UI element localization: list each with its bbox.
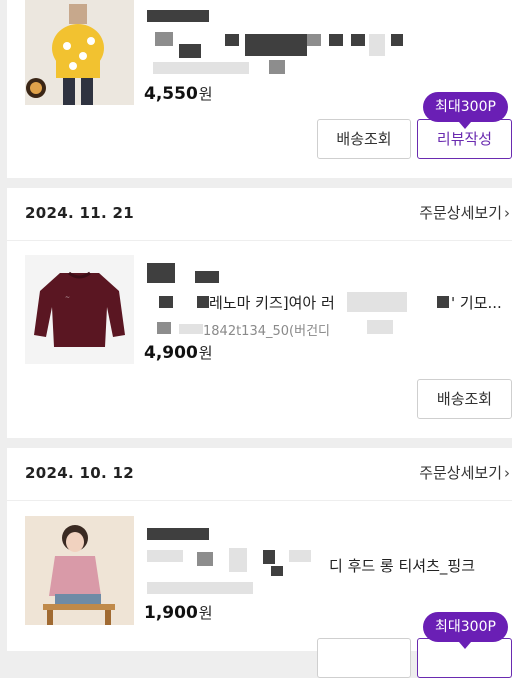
redacted-text [263, 550, 275, 564]
product-price: 1,900원 [144, 603, 213, 623]
redacted-text [245, 34, 307, 56]
product-option: 1842t134_50(버건디 [203, 324, 330, 339]
redacted-text [179, 324, 203, 334]
redacted-text [179, 44, 201, 58]
redacted-text [147, 550, 183, 562]
redacted-text [437, 296, 449, 308]
redacted-text [153, 62, 249, 74]
order-card: 4,550원 배송조회 리뷰작성 최대300P [7, 0, 512, 178]
redacted-text [159, 296, 173, 308]
redacted-text [147, 263, 175, 283]
redacted-text [157, 322, 171, 334]
redacted-text [391, 34, 403, 46]
product-thumbnail[interactable] [25, 0, 134, 105]
points-badge: 최대300P [423, 92, 508, 129]
redacted-text [225, 34, 239, 46]
order-date: 2024. 11. 21 [25, 204, 134, 222]
shipping-tracking-button[interactable] [317, 638, 411, 678]
redacted-text [229, 548, 247, 572]
redacted-text [271, 566, 283, 576]
product-image: ~ [25, 255, 134, 364]
product-name-tail: ' 기모... [451, 294, 502, 312]
redacted-text [289, 550, 311, 562]
order-header: 2024. 11. 21 주문상세보기 › [7, 188, 512, 241]
redacted-text [197, 296, 209, 308]
product-thumbnail[interactable]: ~ [25, 255, 134, 364]
order-detail-link[interactable]: 주문상세보기 › [419, 202, 510, 223]
order-date: 2024. 10. 12 [25, 464, 134, 482]
redacted-text [269, 60, 285, 74]
product-price: 4,550원 [144, 84, 213, 104]
redacted-text [195, 271, 219, 283]
product-name-tail: 디 후드 롱 티셔츠_핑크 [329, 557, 476, 575]
chevron-right-icon: › [504, 204, 510, 222]
product-price: 4,900원 [144, 343, 213, 363]
svg-text:~: ~ [65, 294, 70, 301]
product-thumbnail[interactable] [25, 516, 134, 625]
points-badge: 최대300P [423, 612, 508, 649]
order-card: 2024. 10. 12 주문상세보기 › 디 후드 롱 티셔츠_핑크 1,900… [7, 448, 512, 678]
redacted-text [369, 34, 385, 56]
product-image [25, 0, 134, 105]
product-image [25, 516, 134, 625]
redacted-text [307, 34, 321, 46]
order-header: 2024. 10. 12 주문상세보기 › [7, 448, 512, 501]
product-name: 레노마 키즈]여아 러 [209, 294, 335, 312]
redacted-text [155, 32, 173, 46]
shipping-tracking-button[interactable]: 배송조회 [317, 119, 411, 159]
redacted-text [147, 10, 209, 22]
redacted-text [147, 582, 253, 594]
order-detail-link[interactable]: 주문상세보기 › [419, 462, 510, 483]
shipping-tracking-button[interactable]: 배송조회 [417, 379, 512, 419]
redacted-text [367, 320, 393, 334]
redacted-text [347, 292, 407, 312]
order-card: 2024. 11. 21 주문상세보기 › ~ 레노마 키즈]여아 러 ' 기모.… [7, 188, 512, 438]
redacted-text [351, 34, 365, 46]
redacted-text [197, 552, 213, 566]
redacted-text [329, 34, 343, 46]
redacted-text [147, 528, 209, 540]
chevron-right-icon: › [504, 464, 510, 482]
